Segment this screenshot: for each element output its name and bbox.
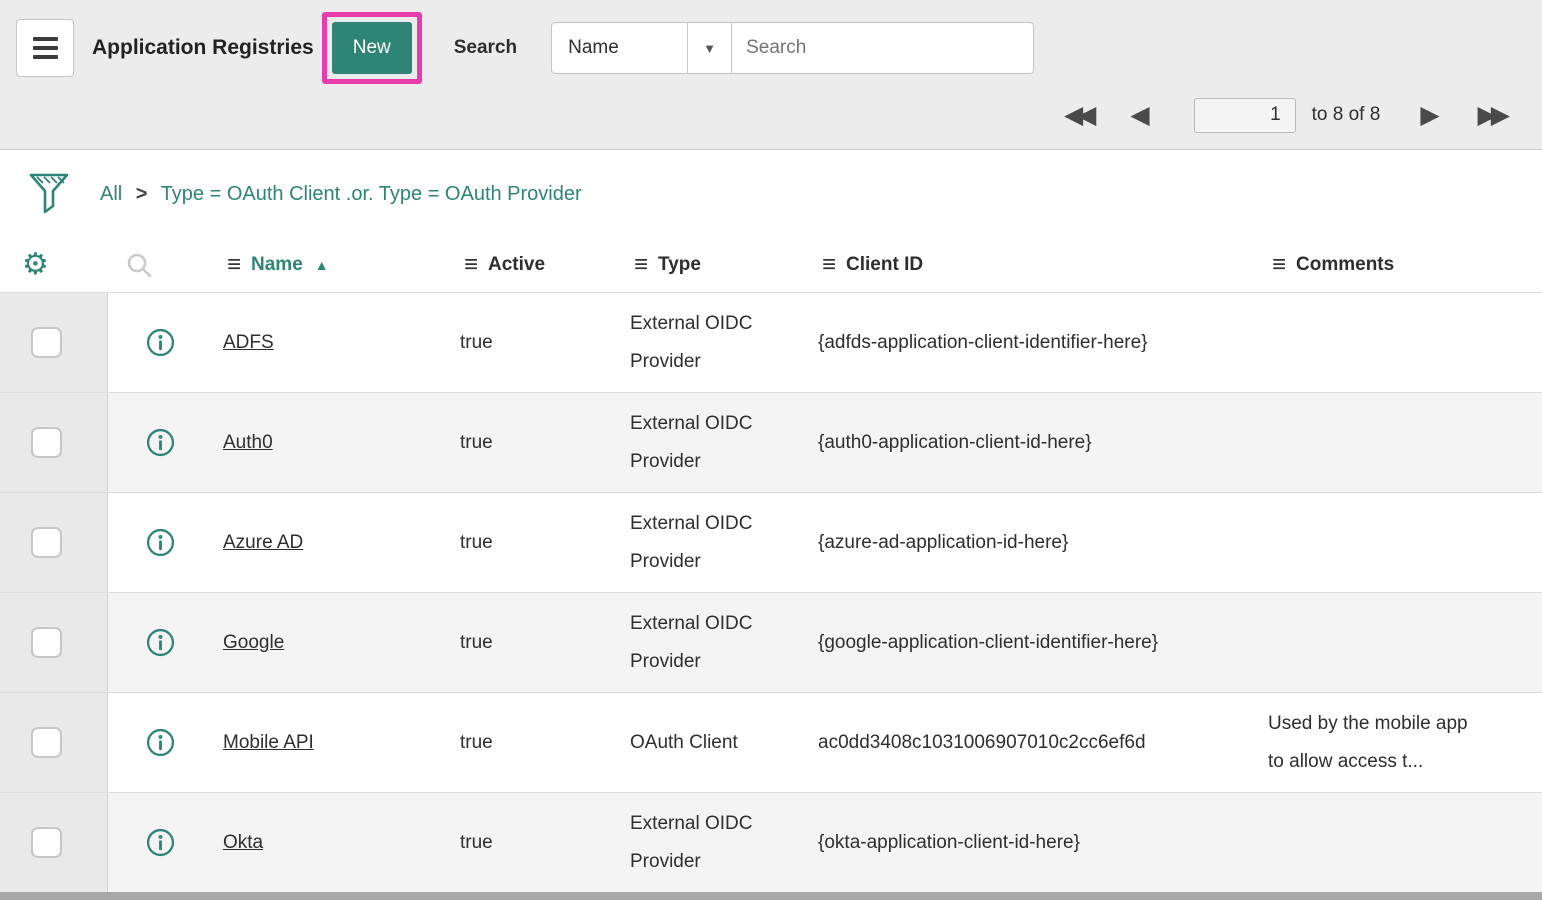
cell-client-id: {google-application-client-identifier-he… (818, 624, 1268, 661)
cell-comments: Used by the mobile app to allow access t… (1268, 705, 1542, 779)
list-context-menu-button[interactable] (16, 19, 74, 77)
new-button-highlight-box: New (322, 12, 422, 84)
row-checkbox[interactable] (31, 527, 62, 558)
table-row-auth0: Auth0 true External OIDC Provider {auth0… (0, 392, 1542, 492)
table-row-google: Google true External OIDC Provider {goog… (0, 592, 1542, 692)
page-number-input[interactable] (1194, 98, 1296, 133)
new-button[interactable]: New (332, 22, 412, 74)
info-icon[interactable] (146, 628, 175, 657)
cell-type: External OIDC Provider (630, 805, 818, 879)
search-column-selected-value: Name (552, 37, 619, 59)
application-registries-list: Application Registries New Search Name ▼… (0, 0, 1542, 900)
info-icon[interactable] (146, 528, 175, 557)
column-menu-icon[interactable]: ≡ (227, 253, 241, 277)
table-row-okta: Okta true External OIDC Provider {okta-a… (0, 792, 1542, 892)
column-header-client-id[interactable]: Client ID (846, 254, 923, 276)
record-link[interactable]: Mobile API (223, 732, 314, 754)
column-header-comments[interactable]: Comments (1296, 254, 1394, 276)
scrollbar-track[interactable] (0, 892, 1542, 900)
cell-client-id: ac0dd3408c1031006907010c2cc6ef6d (818, 724, 1268, 761)
table-row-mobile-api: Mobile API true OAuth Client ac0dd3408c1… (0, 692, 1542, 792)
row-checkbox[interactable] (31, 827, 62, 858)
cell-active: true (460, 424, 630, 461)
search-input[interactable] (732, 22, 1034, 74)
breadcrumb-bar: All > Type = OAuth Client .or. Type = OA… (0, 150, 1542, 238)
table-row-azure-ad: Azure AD true External OIDC Provider {az… (0, 492, 1542, 592)
column-menu-icon[interactable]: ≡ (634, 253, 648, 277)
record-link[interactable]: ADFS (223, 332, 274, 354)
filter-icon[interactable] (28, 172, 70, 216)
gear-icon[interactable]: ⚙ (22, 250, 49, 280)
info-icon[interactable] (146, 728, 175, 757)
sort-ascending-icon: ▲ (315, 257, 329, 273)
cell-type: OAuth Client (630, 724, 818, 761)
column-menu-icon[interactable]: ≡ (822, 253, 836, 277)
row-checkbox[interactable] (31, 427, 62, 458)
breadcrumb-all-link[interactable]: All (100, 183, 122, 205)
table-body: ADFS true External OIDC Provider {adfds-… (0, 292, 1542, 892)
cell-client-id: {okta-application-client-id-here} (818, 824, 1268, 861)
cell-type: External OIDC Provider (630, 405, 818, 479)
column-header-type[interactable]: Type (658, 254, 701, 276)
row-checkbox[interactable] (31, 627, 62, 658)
table-header-row: ⚙ ≡ Name ▲ ≡ Active ≡ Type ≡ Client ID (0, 238, 1542, 292)
cell-client-id: {azure-ad-application-id-here} (818, 524, 1268, 561)
record-link[interactable]: Auth0 (223, 432, 273, 454)
hamburger-icon (33, 37, 58, 41)
search-column-select[interactable]: Name ▼ (551, 22, 732, 74)
breadcrumb-separator: > (136, 183, 148, 205)
cell-active: true (460, 724, 630, 761)
breadcrumb-condition-link[interactable]: Type = OAuth Client .or. Type = OAuth Pr… (161, 183, 582, 205)
breadcrumb: All > Type = OAuth Client .or. Type = OA… (100, 183, 582, 206)
cell-active: true (460, 324, 630, 361)
column-menu-icon[interactable]: ≡ (1272, 253, 1286, 277)
first-page-button[interactable]: ◀◀ (1058, 103, 1102, 128)
cell-type: External OIDC Provider (630, 305, 818, 379)
table-row-adfs: ADFS true External OIDC Provider {adfds-… (0, 292, 1542, 392)
page-title: Application Registries (92, 36, 314, 60)
column-header-active[interactable]: Active (488, 254, 545, 276)
pagination-bar: ◀◀ ◀ to 8 of 8 ▶ ▶▶ (0, 89, 1542, 141)
search-label: Search (454, 37, 517, 59)
search-rows-icon[interactable] (126, 252, 153, 279)
info-icon[interactable] (146, 428, 175, 457)
cell-active: true (460, 524, 630, 561)
cell-client-id: {adfds-application-client-identifier-her… (818, 324, 1268, 361)
cell-active: true (460, 824, 630, 861)
row-checkbox[interactable] (31, 727, 62, 758)
column-menu-icon[interactable]: ≡ (464, 253, 478, 277)
info-icon[interactable] (146, 328, 175, 357)
row-checkbox[interactable] (31, 327, 62, 358)
cell-type: External OIDC Provider (630, 605, 818, 679)
title-row: Application Registries New Search Name ▼ (0, 15, 1542, 81)
record-link[interactable]: Azure AD (223, 532, 303, 554)
previous-page-button[interactable]: ◀ (1124, 103, 1155, 128)
list-header: Application Registries New Search Name ▼… (0, 0, 1542, 150)
pagination-range-label: to 8 of 8 (1312, 104, 1381, 126)
cell-active: true (460, 624, 630, 661)
cell-client-id: {auth0-application-client-id-here} (818, 424, 1268, 461)
column-header-name[interactable]: Name (251, 254, 303, 276)
record-link[interactable]: Google (223, 632, 284, 654)
cell-type: External OIDC Provider (630, 505, 818, 579)
record-link[interactable]: Okta (223, 832, 263, 854)
last-page-button[interactable]: ▶▶ (1472, 103, 1516, 128)
next-page-button[interactable]: ▶ (1414, 103, 1445, 128)
chevron-down-icon: ▼ (687, 23, 731, 73)
info-icon[interactable] (146, 828, 175, 857)
